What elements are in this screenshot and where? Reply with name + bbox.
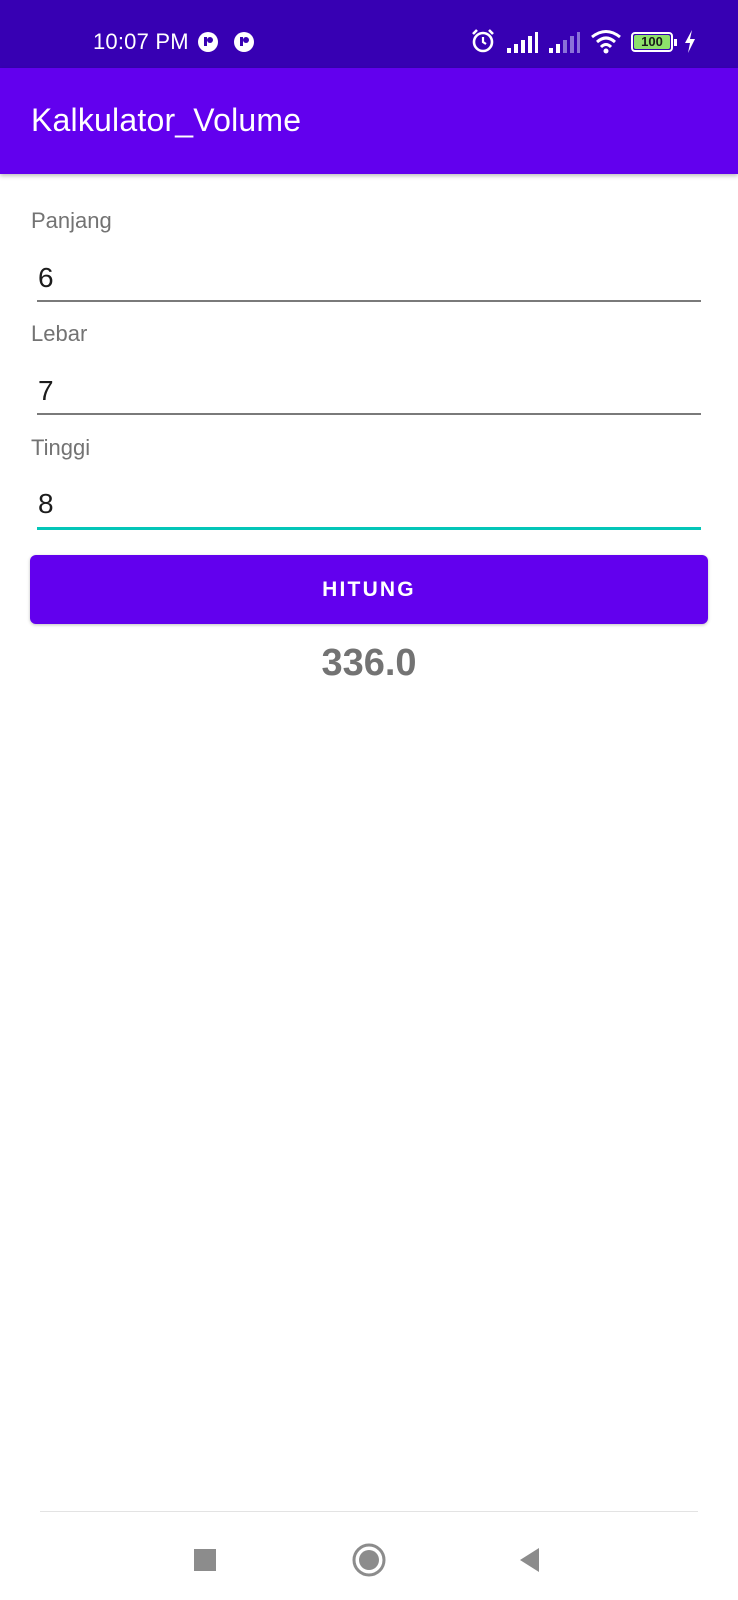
lebar-input[interactable] [37,366,701,416]
panjang-input[interactable] [37,253,701,303]
hitung-button[interactable]: HITUNG [30,555,708,624]
panjang-underline [37,300,701,302]
recents-button[interactable] [175,1535,235,1585]
tinggi-underline [37,527,701,530]
nav-divider [40,1511,698,1512]
tinggi-input[interactable] [37,479,701,529]
signal-icon [549,32,580,53]
back-button[interactable] [500,1535,560,1585]
tinggi-label: Tinggi [31,435,91,460]
result-text: 336.0 [321,642,417,684]
battery-level: 100 [641,34,663,49]
status-bar: 10:07 PM 100 [0,0,738,68]
app-bar: Kalkulator_Volume [0,68,738,174]
wifi-icon [591,30,621,54]
notification-app-icon [234,32,254,52]
back-triangle-icon [520,1548,539,1572]
alarm-icon [472,29,494,53]
signal-icon [507,32,538,53]
battery-icon: 100 [631,32,677,52]
charging-icon [685,30,695,53]
lebar-underline [37,413,701,415]
home-circle-icon [352,1543,386,1577]
notification-app-icon [198,32,218,52]
panjang-label: Panjang [31,208,112,233]
lebar-label: Lebar [31,321,88,346]
status-time: 10:07 PM [93,29,189,54]
home-button[interactable] [339,1535,399,1585]
app-title: Kalkulator_Volume [31,102,302,138]
recents-square-icon [194,1549,216,1571]
